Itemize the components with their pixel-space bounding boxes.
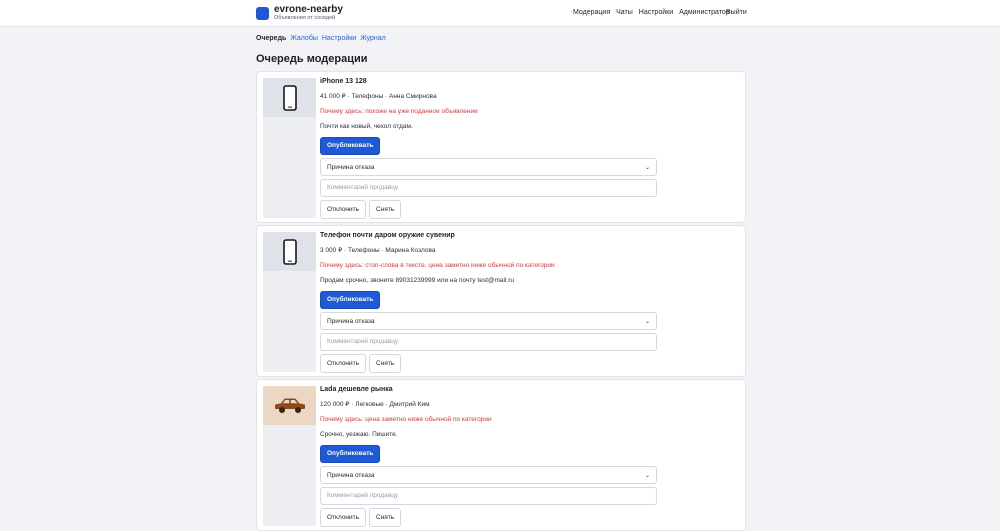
listing-title[interactable]: Lada дешевле рынка xyxy=(320,385,658,395)
listing-meta: 41 000 ₽ · Телефоны · Анна Смирнова xyxy=(320,93,437,100)
chevron-down-icon: ⌄ xyxy=(644,318,650,325)
car-icon xyxy=(274,398,305,413)
subnav-settings[interactable]: Настройки xyxy=(322,35,356,42)
listing-title[interactable]: iPhone 13 128 xyxy=(320,77,658,87)
remove-button[interactable]: Снять xyxy=(369,508,402,527)
nav-admin[interactable]: Администратор xyxy=(679,9,730,16)
brand-logo-icon xyxy=(256,7,269,20)
listing-description: Почти как новый, чехол отдам. xyxy=(320,123,413,130)
page-title: Очередь модерации xyxy=(256,53,368,65)
smartphone-icon xyxy=(282,84,297,111)
listing-card: Lada дешевле рынка 120 000 ₽ · Легковые … xyxy=(256,379,746,531)
nav-settings[interactable]: Настройки xyxy=(639,9,673,16)
reject-button[interactable]: Отклонить xyxy=(320,200,367,219)
chevron-down-icon: ⌄ xyxy=(644,472,650,479)
rejection-reason-select[interactable]: Причина отказа ⌄ xyxy=(320,466,657,484)
listing-title[interactable]: Телефон почти даром оружие сувенир xyxy=(320,231,658,241)
listing-thumbnail xyxy=(263,78,316,218)
top-nav-right: Выйти xyxy=(726,9,753,16)
listing-thumbnail xyxy=(263,386,316,526)
seller-comment-input[interactable]: Комментарий продавцу xyxy=(320,487,657,505)
nav-logout[interactable]: Выйти xyxy=(726,9,747,16)
listing-reason: Почему здесь: похоже на уже поданное объ… xyxy=(320,108,478,115)
listing-meta: 120 000 ₽ · Легковые · Дмитрий Ким xyxy=(320,401,430,408)
reject-button[interactable]: Отклонить xyxy=(320,354,367,373)
nav-chats[interactable]: Чаты xyxy=(616,9,633,16)
publish-button[interactable]: Опубликовать xyxy=(320,137,381,155)
seller-comment-input[interactable]: Комментарий продавцу xyxy=(320,333,657,351)
reject-button[interactable]: Отклонить xyxy=(320,508,367,527)
listing-reason: Почему здесь: стоп-слова в тексте, цена … xyxy=(320,262,555,269)
listing-description: Срочно, уезжаю. Пишите. xyxy=(320,431,398,438)
rejection-reason-select[interactable]: Причина отказа ⌄ xyxy=(320,312,657,330)
listing-reason: Почему здесь: цена заметно ниже обычной … xyxy=(320,416,492,423)
remove-button[interactable]: Снять xyxy=(369,354,402,373)
top-nav: Модерация Чаты Настройки Администратор xyxy=(573,9,736,16)
top-bar: evrone-nearby Объявления от соседей Моде… xyxy=(0,0,1000,27)
brand[interactable]: evrone-nearby Объявления от соседей xyxy=(256,5,343,22)
listing-thumbnail xyxy=(263,232,316,372)
publish-button[interactable]: Опубликовать xyxy=(320,445,381,463)
subnav-complaints[interactable]: Жалобы xyxy=(290,35,318,42)
listing-description: Продам срочно, звоните 89031239999 или н… xyxy=(320,277,515,284)
rejection-reason-value: Причина отказа xyxy=(327,317,375,325)
listing-card: Телефон почти даром оружие сувенир 3 000… xyxy=(256,225,746,377)
listing-card: iPhone 13 128 41 000 ₽ · Телефоны · Анна… xyxy=(256,71,746,223)
rejection-reason-value: Причина отказа xyxy=(327,163,375,171)
subnav-log[interactable]: Журнал xyxy=(360,35,386,42)
rejection-reason-select[interactable]: Причина отказа ⌄ xyxy=(320,158,657,176)
brand-name: evrone-nearby xyxy=(274,4,343,15)
chevron-down-icon: ⌄ xyxy=(644,164,650,171)
brand-subtitle: Объявления от соседей xyxy=(274,15,336,21)
nav-moderation[interactable]: Модерация xyxy=(573,9,610,16)
sub-nav: Очередь Жалобы Настройки Журнал xyxy=(256,35,390,42)
subnav-queue[interactable]: Очередь xyxy=(256,35,286,42)
remove-button[interactable]: Снять xyxy=(369,200,402,219)
listing-meta: 3 000 ₽ · Телефоны · Марина Козлова xyxy=(320,247,436,254)
seller-comment-input[interactable]: Комментарий продавцу xyxy=(320,179,657,197)
smartphone-icon xyxy=(282,238,297,265)
rejection-reason-value: Причина отказа xyxy=(327,471,375,479)
publish-button[interactable]: Опубликовать xyxy=(320,291,381,309)
